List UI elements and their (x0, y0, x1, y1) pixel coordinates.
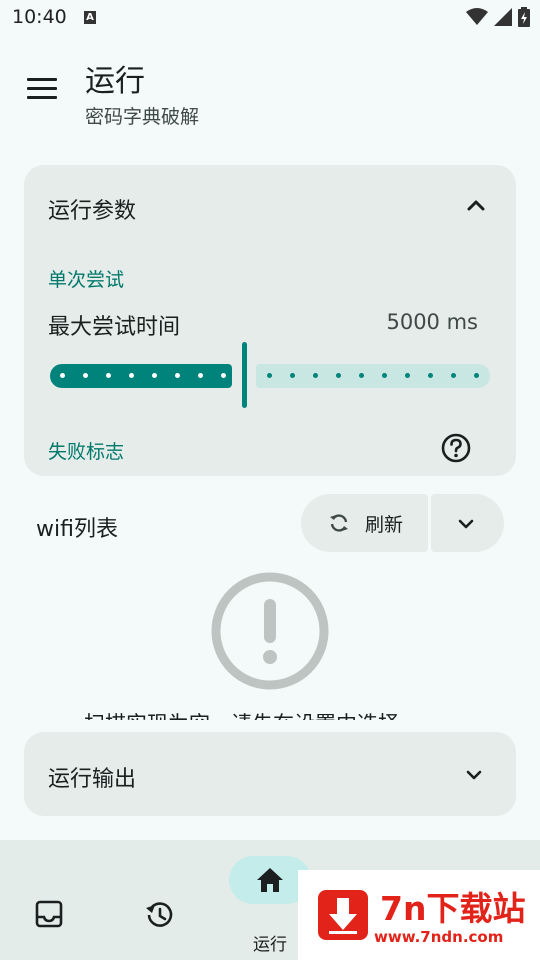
refresh-label: 刷新 (365, 513, 404, 536)
chevron-up-icon[interactable] (466, 198, 486, 212)
watermark-banner: 7n下载站 www.7ndn.com (298, 870, 540, 960)
slider-tick (336, 373, 341, 378)
slider-tick (359, 373, 364, 378)
refresh-options-button[interactable] (431, 494, 504, 552)
download-logo-icon (318, 890, 368, 940)
history-icon (146, 902, 173, 927)
empty-message: 扫描实现为空，请先在设置中选择 (84, 708, 399, 720)
slider-tick (290, 373, 295, 378)
slider-tick (221, 373, 226, 378)
page-title: 运行 (85, 64, 145, 99)
params-card-title[interactable]: 运行参数 (48, 193, 136, 225)
params-card: 运行参数 单次尝试 最大尝试时间 5000 ms 失败标志 (24, 165, 516, 476)
slider-tick (405, 373, 410, 378)
output-card-title: 运行输出 (48, 767, 137, 792)
refresh-icon (330, 514, 348, 532)
max-time-slider[interactable] (50, 342, 490, 410)
slider-tick (451, 373, 456, 378)
section-label-fail: 失败标志 (48, 441, 125, 463)
refresh-button[interactable]: 刷新 (301, 494, 428, 552)
slider-tick (474, 373, 479, 378)
nav-item-inbox[interactable] (8, 856, 88, 946)
empty-message-clip: 扫描实现为空，请先在设置中选择 (0, 700, 540, 720)
slider-tick (267, 373, 272, 378)
slider-tick (428, 373, 433, 378)
inbox-icon (35, 900, 63, 928)
help-icon[interactable] (441, 433, 471, 463)
watermark-url: www.7ndn.com (374, 928, 504, 946)
nav-item-history[interactable] (118, 856, 198, 946)
slider-tick (60, 373, 65, 378)
wifi-icon (466, 8, 488, 25)
status-bar: 10:40 A (0, 0, 540, 36)
signal-icon (494, 8, 512, 26)
page-subtitle: 密码字典破解 (85, 106, 200, 128)
chevron-down-icon (458, 519, 474, 529)
slider-tick (175, 373, 180, 378)
slider-tick (198, 373, 203, 378)
slider-tick (129, 373, 134, 378)
status-time: 10:40 (12, 6, 67, 28)
watermark-title: 7n下载站 (380, 889, 526, 928)
slider-tick (83, 373, 88, 378)
chevron-down-icon (466, 770, 482, 780)
menu-icon[interactable] (27, 78, 57, 100)
wifi-list-label: wifi列表 (36, 517, 118, 542)
slider-label: 最大尝试时间 (48, 315, 181, 340)
status-icons (466, 7, 530, 27)
slider-value: 5000 ms (386, 310, 478, 334)
output-card[interactable]: 运行输出 (24, 732, 516, 816)
nav-item-run[interactable]: 运行 (229, 856, 311, 955)
slider-tick (382, 373, 387, 378)
battery-icon (518, 7, 530, 27)
home-icon (257, 868, 283, 892)
slider-handle[interactable] (242, 342, 247, 408)
slider-tick (106, 373, 111, 378)
slider-active-track (50, 364, 232, 388)
notification-a-icon: A (84, 11, 96, 24)
alert-icon (211, 572, 329, 690)
slider-tick (152, 373, 157, 378)
section-label-single: 单次尝试 (48, 269, 125, 291)
slider-tick (313, 373, 318, 378)
